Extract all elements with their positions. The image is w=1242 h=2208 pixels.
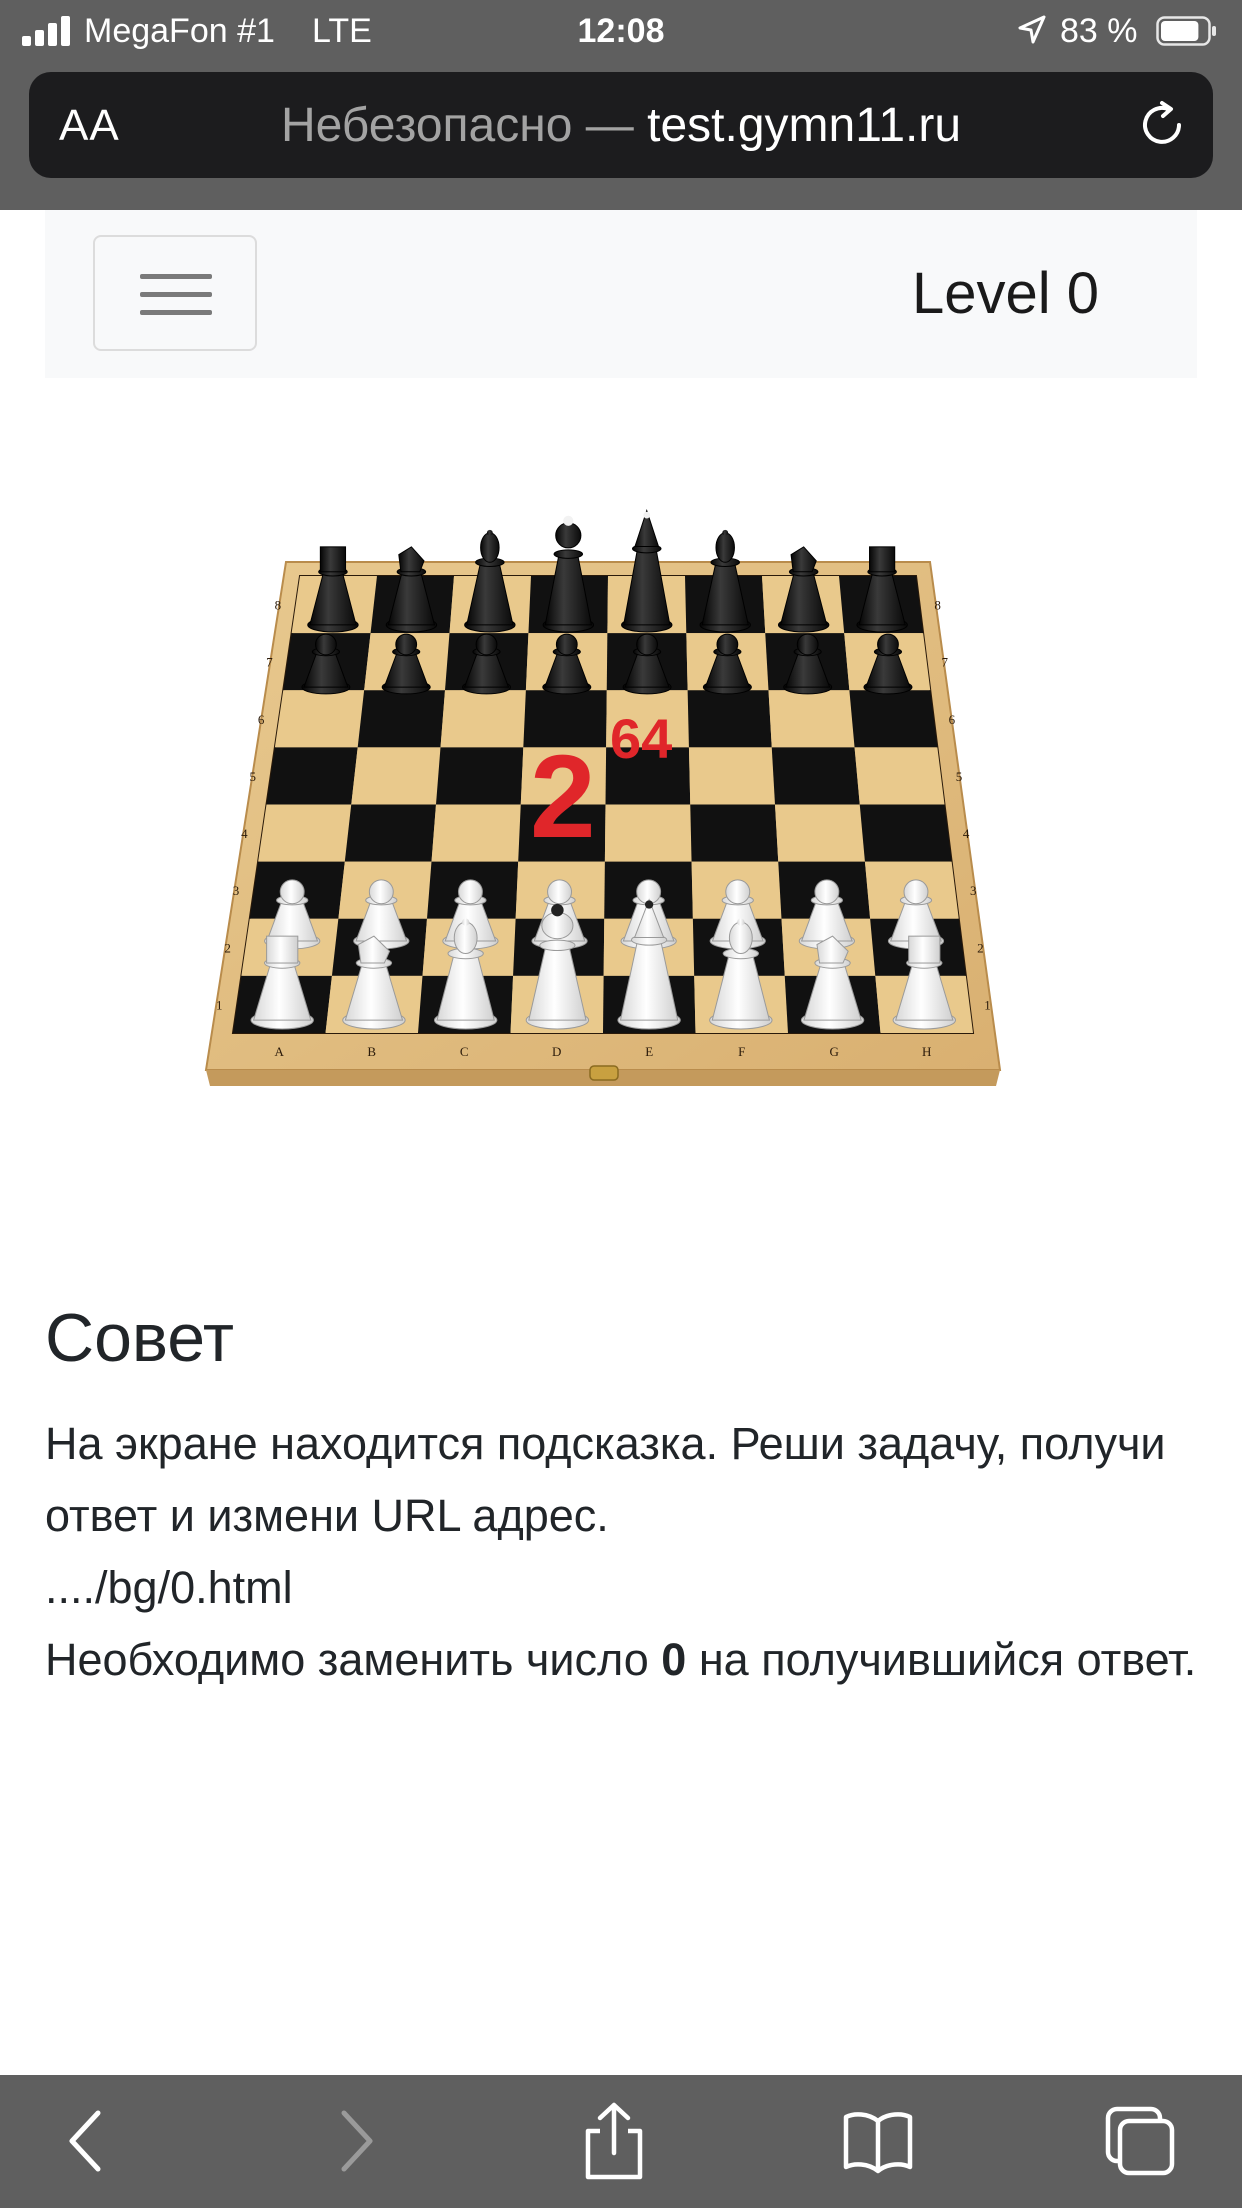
light-square xyxy=(604,804,692,862)
light-square xyxy=(274,690,365,748)
tabs-button[interactable] xyxy=(1100,2101,1180,2181)
formula-exponent: 64 xyxy=(610,707,672,770)
forward-button[interactable] xyxy=(312,2101,392,2181)
hint-url-example: ..../bg/0.html xyxy=(45,1562,293,1613)
board-coordinate-label: E xyxy=(645,1044,653,1059)
board-coordinate-label: 2 xyxy=(977,940,984,955)
bookmarks-button[interactable] xyxy=(838,2101,918,2181)
hint-number: 0 xyxy=(661,1634,687,1685)
dark-square xyxy=(266,747,358,805)
formula-base: 2 xyxy=(530,731,596,863)
board-coordinate-label: 3 xyxy=(233,883,240,898)
back-button[interactable] xyxy=(50,2101,130,2181)
board-coordinate-label: 5 xyxy=(956,769,963,784)
dark-square xyxy=(849,690,938,748)
board-coordinate-label: 1 xyxy=(216,997,223,1012)
light-square xyxy=(351,747,441,805)
insecure-label: Небезопасно — xyxy=(280,99,634,152)
board-coordinate-label: A xyxy=(275,1044,285,1059)
browser-top-chrome: MegaFon #1 LTE 12:08 83 % AA Небезопасно… xyxy=(0,0,1242,210)
board-coordinate-label: F xyxy=(738,1044,745,1059)
board-coordinate-label: 7 xyxy=(941,655,948,670)
board-latch xyxy=(589,1065,619,1081)
light-square xyxy=(431,804,521,862)
board-coordinate-label: 8 xyxy=(934,598,941,613)
board-coordinate-label: C xyxy=(460,1044,469,1059)
dark-square xyxy=(859,804,952,862)
location-arrow-icon xyxy=(1018,15,1046,44)
light-square xyxy=(440,690,526,748)
hamburger-icon xyxy=(140,274,212,279)
board-coordinate-label: 3 xyxy=(970,883,977,898)
hint-instruction: На экране находится подсказка. Реши зада… xyxy=(45,1418,1166,1541)
reload-icon[interactable] xyxy=(1135,98,1189,152)
light-square xyxy=(688,747,775,805)
board-squares xyxy=(233,576,973,1033)
tabs-icon xyxy=(1105,2106,1175,2176)
board-coordinate-label: 4 xyxy=(963,826,970,841)
board-coordinate-label: B xyxy=(367,1044,376,1059)
url-display[interactable]: Небезопасно — test.gymn11.ru xyxy=(149,98,1093,154)
status-bar: MegaFon #1 LTE 12:08 83 % xyxy=(0,0,1242,62)
navbar-brand[interactable]: Level 0 xyxy=(912,260,1099,328)
dark-square xyxy=(690,804,779,862)
text-size-button[interactable]: AA xyxy=(59,100,120,152)
board-coordinate-label: 7 xyxy=(266,655,273,670)
share-button[interactable] xyxy=(574,2101,654,2181)
status-time: 12:08 xyxy=(577,12,665,50)
light-square xyxy=(258,804,352,862)
back-icon xyxy=(69,2110,101,2172)
board-coordinate-label: 8 xyxy=(275,598,282,613)
board-coordinate-label: D xyxy=(552,1044,561,1059)
board-coordinate-label: G xyxy=(830,1044,839,1059)
board-coordinate-label: 5 xyxy=(249,769,256,784)
site-navbar: Level 0 xyxy=(45,210,1197,378)
chessboard-image: A B C D E F G H 8 8 7 7 6 6 5 5 4 4 3 3 2 2 1 1 2 64 xyxy=(204,509,1002,1086)
light-square xyxy=(854,747,945,805)
board-coordinate-label: 4 xyxy=(241,826,248,841)
dark-square xyxy=(771,747,860,805)
board-coordinate-label: H xyxy=(922,1044,931,1059)
share-icon xyxy=(585,2102,643,2180)
light-square xyxy=(775,804,865,862)
board-coordinate-label: 6 xyxy=(949,712,956,727)
forward-icon xyxy=(341,2110,373,2172)
dark-square xyxy=(357,690,445,748)
hint-title: Совет xyxy=(45,1300,234,1376)
bookmarks-icon xyxy=(843,2112,913,2174)
dark-square xyxy=(344,804,436,862)
hint-body: На экране находится подсказка. Реши зада… xyxy=(45,1408,1205,1696)
dark-square xyxy=(687,690,772,748)
hint-replace-note: Необходимо заменить число 0 на получивши… xyxy=(45,1634,1197,1685)
navbar-toggle-button[interactable] xyxy=(93,235,257,351)
url-host: test.gymn11.ru xyxy=(647,99,962,152)
board-coordinate-label: 2 xyxy=(224,940,231,955)
address-bar[interactable]: AA Небезопасно — test.gymn11.ru xyxy=(29,72,1213,178)
browser-toolbar xyxy=(0,2075,1242,2208)
battery-percent: 83 % xyxy=(1060,12,1138,50)
dark-square xyxy=(436,747,524,805)
board-coordinate-label: 1 xyxy=(984,997,991,1012)
light-square xyxy=(768,690,855,748)
board-coordinate-label: 6 xyxy=(258,712,265,727)
battery-icon xyxy=(1156,16,1216,46)
